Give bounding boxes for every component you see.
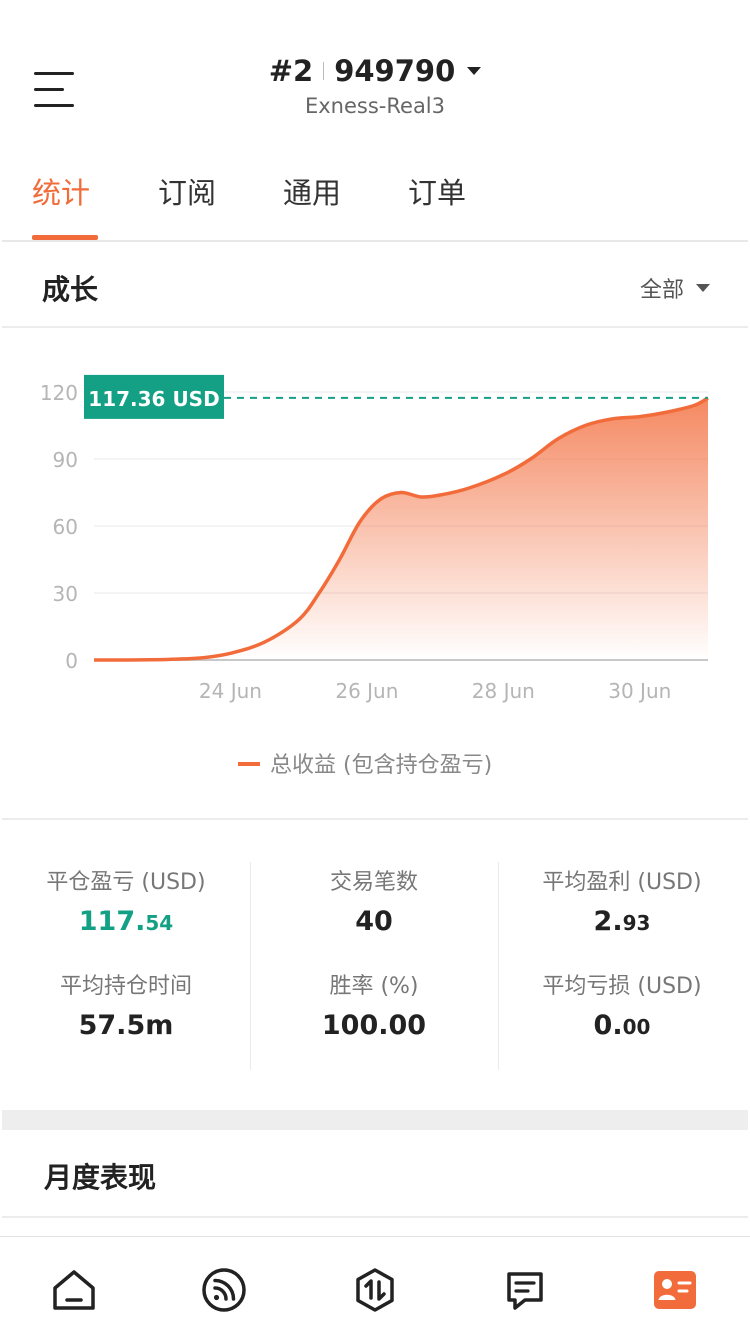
account-number: 949790 [334, 54, 456, 88]
stat-value: 2.93 [593, 906, 651, 937]
nav-feed[interactable] [201, 1267, 247, 1313]
growth-chart-svg: 0 30 60 90 120 24 Jun 26 Jun 28 Jun 30 Jun 117.3… [40, 374, 709, 778]
stat-avg-loss: 平均亏损 (USD) 0.00 [498, 968, 746, 1041]
tab-subscription[interactable]: 订阅 [158, 170, 216, 212]
nav-orders[interactable] [502, 1267, 548, 1313]
tab-active-indicator [32, 235, 98, 240]
x-tick-label: 26 Jun [335, 679, 398, 703]
y-tick-label: 30 [53, 582, 78, 606]
stat-label: 胜率 (%) [329, 974, 419, 999]
growth-header: 成长 全部 [2, 242, 748, 328]
stats-panel: 平仓盈亏 (USD) 117.54 交易笔数 40 平均盈利 (USD) 2.9… [2, 822, 748, 1110]
account-card-icon [654, 1271, 696, 1309]
current-value-label: 117.36 USD [88, 387, 219, 411]
stat-value: 40 [355, 906, 393, 937]
stat-value: 0.00 [593, 1010, 651, 1041]
section-spacer [2, 1110, 748, 1130]
range-filter-dropdown[interactable]: 全部 [640, 272, 710, 304]
stat-trade-count: 交易笔数 40 [250, 864, 498, 937]
stat-label: 平均盈利 (USD) [542, 870, 702, 895]
account-server: Exness-Real3 [304, 94, 446, 118]
x-tick-label: 24 Jun [199, 679, 262, 703]
y-tick-label: 90 [53, 448, 78, 472]
account-selector[interactable]: #2 949790 [269, 54, 482, 88]
y-tick-label: 120 [40, 381, 78, 405]
monthly-performance-title: 月度表现 [44, 1161, 157, 1194]
tab-orders[interactable]: 订单 [408, 170, 466, 212]
stat-value: 57.5m [78, 1010, 174, 1041]
app-header: #2 949790 Exness-Real3 [0, 0, 750, 140]
stat-label: 交易笔数 [329, 870, 418, 895]
account-index: #2 [268, 54, 314, 88]
tab-general[interactable]: 通用 [283, 170, 341, 212]
account-separator [323, 62, 325, 80]
x-tick-label: 30 Jun [608, 679, 671, 703]
stat-avg-hold-time: 平均持仓时间 57.5m [2, 968, 250, 1041]
y-tick-label: 0 [65, 649, 78, 673]
range-filter-label: 全部 [639, 278, 684, 303]
stat-win-rate: 胜率 (%) 100.00 [250, 968, 498, 1041]
legend-label: 总收益 (包含持仓盈亏) [270, 753, 492, 778]
home-icon [53, 1270, 95, 1310]
nav-home[interactable] [51, 1267, 97, 1313]
monthly-performance-header[interactable]: 月度表现 [2, 1130, 748, 1218]
growth-title: 成长 [42, 273, 99, 306]
stat-avg-profit: 平均盈利 (USD) 2.93 [498, 864, 746, 937]
trade-icon [356, 1268, 394, 1312]
stat-closed-pnl: 平仓盈亏 (USD) 117.54 [2, 864, 250, 937]
chevron-down-icon [467, 67, 482, 75]
stat-value: 100.00 [321, 1010, 427, 1041]
series-area-fill [94, 397, 708, 661]
x-tick-label: 28 Jun [472, 679, 535, 703]
stat-value: 117.54 [78, 906, 174, 937]
tab-statistics[interactable]: 统计 [32, 170, 90, 212]
orders-icon [507, 1272, 543, 1310]
bottom-nav [0, 1236, 750, 1334]
feed-icon [202, 1268, 246, 1312]
nav-trade[interactable] [352, 1267, 398, 1313]
tab-bar: 统计 订阅 通用 订单 [2, 140, 748, 242]
stat-label: 平均亏损 (USD) [542, 974, 702, 999]
stat-label: 平仓盈亏 (USD) [46, 870, 206, 895]
nav-account[interactable] [652, 1267, 698, 1313]
growth-chart: 0 30 60 90 120 24 Jun 26 Jun 28 Jun 30 Jun 117.3… [2, 330, 748, 820]
chevron-down-icon [696, 284, 710, 292]
account-selector-wrap: #2 949790 Exness-Real3 [0, 54, 750, 118]
y-tick-label: 60 [53, 515, 78, 539]
stat-label: 平均持仓时间 [59, 974, 192, 999]
